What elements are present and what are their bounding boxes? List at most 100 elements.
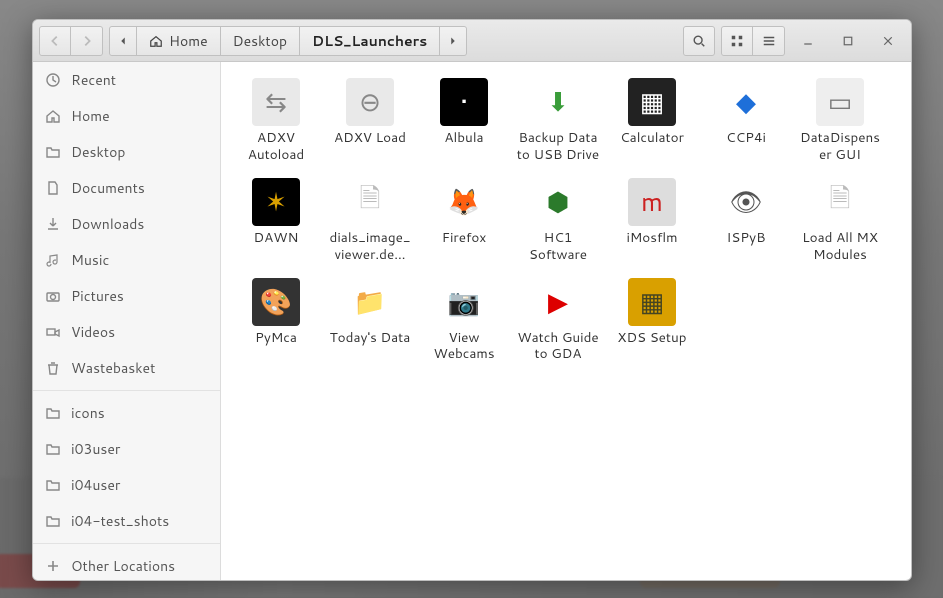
file-icon: m bbox=[628, 178, 676, 226]
path-root-button[interactable] bbox=[109, 26, 137, 56]
forward-button[interactable] bbox=[71, 26, 103, 56]
file-label: CCP4i bbox=[726, 130, 766, 147]
file-item[interactable]: ✶DAWN bbox=[231, 176, 321, 266]
sidebar-item-wastebasket[interactable]: Wastebasket bbox=[33, 350, 220, 386]
file-item[interactable]: ⬢ HC1 Software bbox=[513, 176, 603, 266]
sidebar-bookmark-i03user[interactable]: i03user bbox=[33, 431, 220, 467]
sidebar-bookmark-i04-test_shots[interactable]: i04-test_shots bbox=[33, 503, 220, 539]
sidebar-item-documents[interactable]: Documents bbox=[33, 170, 220, 206]
folder-icon bbox=[45, 441, 61, 457]
file-item[interactable]: 🗎dials_image_viewer.de… bbox=[325, 176, 415, 266]
sidebar-item-label: Desktop bbox=[71, 142, 125, 162]
file-item[interactable]: 🎨 PyMca bbox=[231, 276, 321, 366]
file-label: Load All MX Modules bbox=[797, 230, 883, 264]
camera-icon bbox=[45, 288, 61, 304]
file-item[interactable]: m iMosflm bbox=[607, 176, 697, 266]
sidebar-bookmark-i04user[interactable]: i04user bbox=[33, 467, 220, 503]
folder-icon bbox=[45, 513, 61, 529]
file-icon: ✶ bbox=[252, 178, 300, 226]
file-item[interactable]: •Albula bbox=[419, 76, 509, 166]
file-label: ADXV Autoload bbox=[233, 130, 319, 164]
file-icon: ▶ bbox=[534, 278, 582, 326]
file-label: PyMca bbox=[255, 330, 297, 347]
file-item[interactable]: ⇆ ADXV Autoload bbox=[231, 76, 321, 166]
file-icon: ⬇ bbox=[534, 78, 582, 126]
view-menu-button[interactable] bbox=[753, 26, 785, 56]
file-label: ADXV Load bbox=[334, 130, 406, 147]
sidebar-separator bbox=[33, 390, 220, 391]
sidebar-item-label: Videos bbox=[71, 322, 115, 342]
file-label: HC1 Software bbox=[515, 230, 601, 264]
sidebar-other-locations[interactable]: Other Locations bbox=[33, 548, 220, 580]
file-icon: ⇆ bbox=[252, 78, 300, 126]
sidebar-item-desktop[interactable]: Desktop bbox=[33, 134, 220, 170]
file-item[interactable]: ◆CCP4i bbox=[701, 76, 791, 166]
sidebar-item-label: Recent bbox=[71, 70, 116, 90]
file-item[interactable]: ⬇ Backup Data to USB Drive bbox=[513, 76, 603, 166]
file-item[interactable]: ▭DataDispenser GUI bbox=[795, 76, 885, 166]
file-icon: 🗎 bbox=[816, 178, 864, 226]
file-item[interactable]: 📁Today's Data bbox=[325, 276, 415, 366]
file-label: View Webcams bbox=[421, 330, 507, 364]
sidebar-item-label: Downloads bbox=[71, 214, 144, 234]
file-item[interactable]: ▦XDS Setup bbox=[607, 276, 697, 366]
sidebar-item-pictures[interactable]: Pictures bbox=[33, 278, 220, 314]
close-button[interactable] bbox=[871, 26, 905, 56]
path-bar: Home Desktop DLS_Launchers bbox=[109, 26, 467, 56]
download-icon bbox=[45, 216, 61, 232]
chevron-right-icon bbox=[80, 34, 94, 48]
sidebar-item-home[interactable]: Home bbox=[33, 98, 220, 134]
sidebar-item-label: Music bbox=[71, 250, 109, 270]
file-icon: ⬢ bbox=[534, 178, 582, 226]
file-label: Watch Guide to GDA bbox=[515, 330, 601, 364]
file-item[interactable]: ▦Calculator bbox=[607, 76, 697, 166]
trash-icon bbox=[45, 360, 61, 376]
file-manager-window: Home Desktop DLS_Launchers bbox=[32, 19, 912, 581]
home-icon bbox=[149, 34, 163, 48]
file-item[interactable]: 👁ISPyB bbox=[701, 176, 791, 266]
sidebar-item-videos[interactable]: Videos bbox=[33, 314, 220, 350]
sidebar-item-label: i04-test_shots bbox=[71, 511, 169, 531]
sidebar-bookmark-icons[interactable]: icons bbox=[33, 395, 220, 431]
search-button[interactable] bbox=[683, 26, 715, 56]
sidebar-item-label: Pictures bbox=[71, 286, 124, 306]
file-label: DataDispenser GUI bbox=[797, 130, 883, 164]
file-item[interactable]: ⊖ADXV Load bbox=[325, 76, 415, 166]
sidebar-item-downloads[interactable]: Downloads bbox=[33, 206, 220, 242]
nav-buttons bbox=[39, 26, 103, 56]
doc-icon bbox=[45, 180, 61, 196]
sidebar-item-label: Home bbox=[71, 106, 110, 126]
sidebar-item-music[interactable]: Music bbox=[33, 242, 220, 278]
plus-icon bbox=[45, 558, 61, 574]
sidebar-item-label: Other Locations bbox=[71, 556, 175, 576]
view-grid-button[interactable] bbox=[721, 26, 753, 56]
sidebar-item-recent[interactable]: Recent bbox=[33, 62, 220, 98]
caret-right-icon bbox=[446, 34, 460, 48]
file-label: Today's Data bbox=[330, 330, 411, 347]
path-home[interactable]: Home bbox=[137, 26, 221, 56]
caret-left-icon bbox=[116, 34, 130, 48]
sidebar-separator bbox=[33, 543, 220, 544]
path-crumb-1[interactable]: DLS_Launchers bbox=[300, 26, 440, 56]
back-button[interactable] bbox=[39, 26, 71, 56]
video-icon bbox=[45, 324, 61, 340]
file-grid: ⇆ ADXV Autoload⊖ADXV Load•Albula ⬇ Backup D… bbox=[221, 62, 911, 580]
file-item[interactable]: 🗎 Load All MX Modules bbox=[795, 176, 885, 266]
file-item[interactable]: 📷View Webcams bbox=[419, 276, 509, 366]
file-icon: 🎨 bbox=[252, 278, 300, 326]
path-crumb-0-label: Desktop bbox=[233, 31, 287, 51]
maximize-button[interactable] bbox=[831, 26, 865, 56]
titlebar: Home Desktop DLS_Launchers bbox=[33, 20, 911, 62]
file-label: Backup Data to USB Drive bbox=[515, 130, 601, 164]
file-label: XDS Setup bbox=[617, 330, 686, 347]
file-item[interactable]: 🦊Firefox bbox=[419, 176, 509, 266]
file-icon: 🗎 bbox=[346, 178, 394, 226]
file-label: iMosflm bbox=[626, 230, 677, 247]
path-crumb-0[interactable]: Desktop bbox=[221, 26, 300, 56]
file-item[interactable]: ▶ Watch Guide to GDA bbox=[513, 276, 603, 366]
file-icon: • bbox=[440, 78, 488, 126]
path-overflow-button[interactable] bbox=[440, 26, 467, 56]
file-icon: 🦊 bbox=[440, 178, 488, 226]
file-icon: ▦ bbox=[628, 78, 676, 126]
minimize-button[interactable] bbox=[791, 26, 825, 56]
